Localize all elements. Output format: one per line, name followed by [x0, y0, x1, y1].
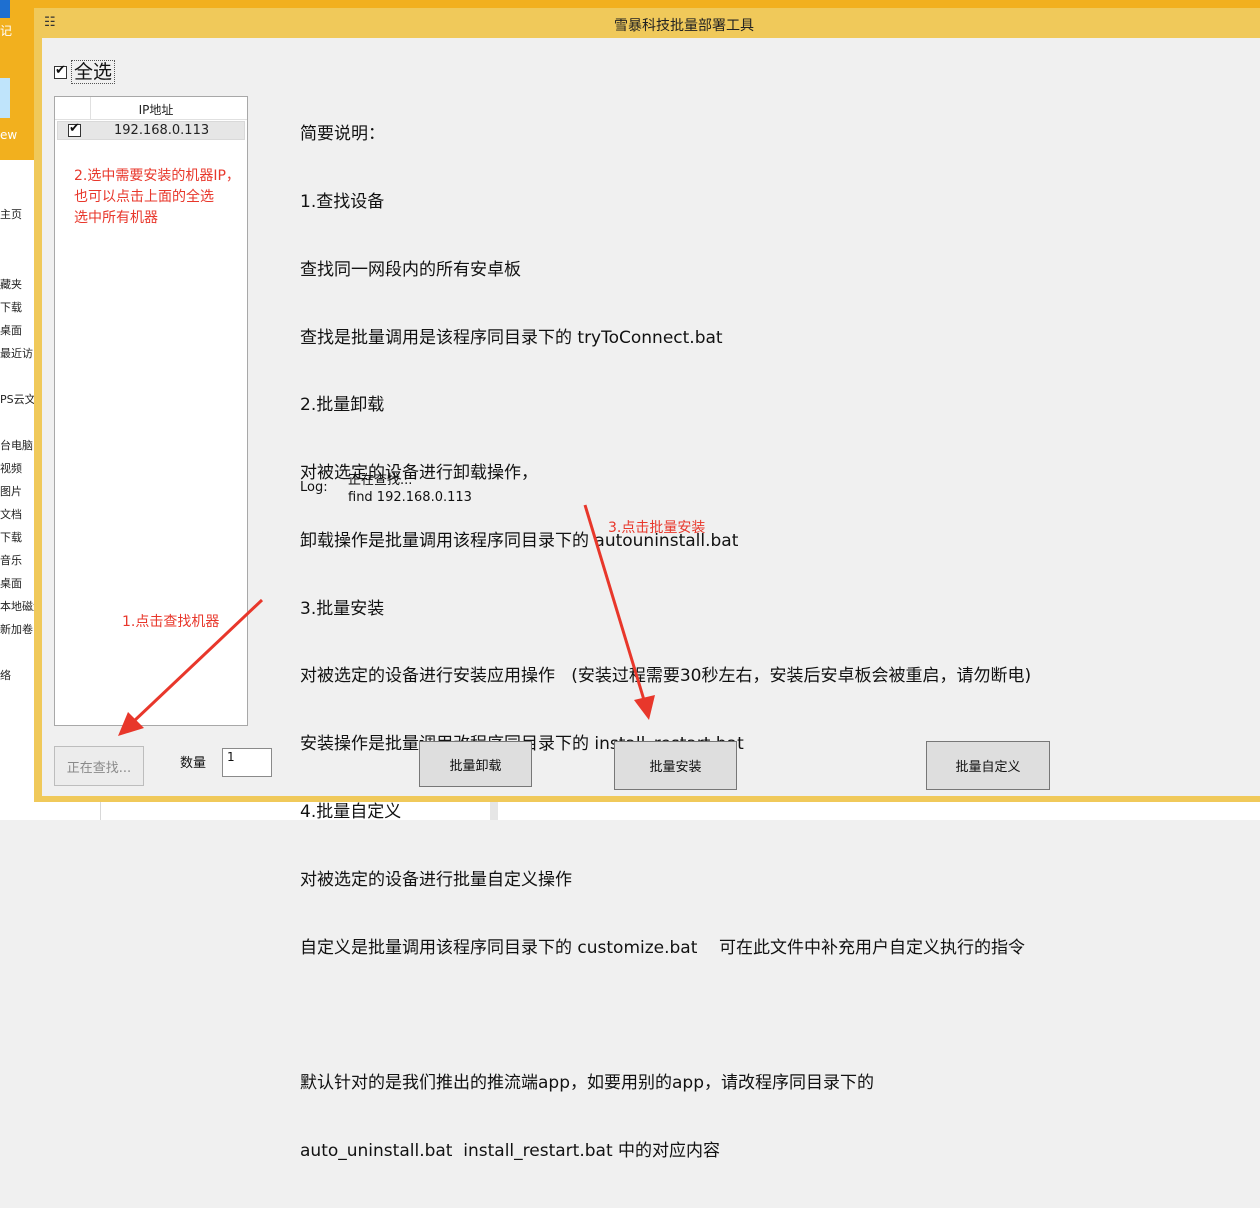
window-title: 雪暴科技批量部署工具 — [614, 18, 754, 34]
title-bar[interactable]: ☷ 雪暴科技批量部署工具 — [34, 8, 1260, 38]
instructions-line: 查找是批量调用是该程序同目录下的 tryToConnect.bat — [300, 327, 723, 348]
instructions-line: 简要说明： — [300, 124, 385, 145]
instructions-line: 查找同一网段内的所有安卓板 — [300, 259, 521, 280]
row-checkbox[interactable] — [68, 121, 81, 137]
instructions-line: 卸载操作是批量调用该程序同目录下的 autouninstall.bat — [300, 530, 739, 551]
divider — [100, 800, 101, 820]
batch-custom-button[interactable]: 批量自定义 — [926, 741, 1050, 790]
annotation-step2-line1: 2.选中需要安装的机器IP， — [74, 168, 240, 184]
instructions-line: 3.批量安装 — [300, 598, 385, 619]
instructions-line: 对被选定的设备进行安装应用操作 (安装过程需要30秒左右，安装后安卓板会被重启，… — [300, 666, 1032, 687]
ip-list-header: IP地址 — [55, 97, 247, 120]
select-all-checkbox[interactable]: 全选 — [54, 60, 116, 84]
app-window: ☷ 雪暴科技批量部署工具 全选 IP地址 192.168.0.113 2.选中需… — [34, 8, 1260, 1161]
find-devices-button[interactable]: 正在查找... — [54, 746, 144, 786]
ip-list-row[interactable]: 192.168.0.113 — [57, 121, 245, 140]
ip-address: 192.168.0.113 — [114, 123, 210, 138]
select-all-label[interactable]: 全选 — [71, 60, 116, 84]
desktop-label-1: 记 — [0, 24, 13, 38]
log-line: find 192.168.0.113 — [348, 490, 472, 505]
annotation-step2-line3: 选中所有机器 — [74, 210, 158, 226]
batch-install-button[interactable]: 批量安装 — [614, 741, 737, 790]
batch-uninstall-button[interactable]: 批量卸载 — [419, 741, 532, 787]
instructions-line: 对被选定的设备进行批量自定义操作 — [300, 869, 572, 890]
desktop-file-icon — [0, 78, 10, 118]
quantity-field[interactable]: 1 — [222, 748, 272, 777]
instructions-line: 4.批量自定义 — [300, 802, 402, 822]
desktop-app-icon — [0, 0, 10, 18]
instructions-line: 1.查找设备 — [300, 191, 385, 212]
ip-column-header[interactable]: IP地址 — [91, 101, 221, 118]
instructions-line: 默认针对的是我们推出的推流端app，如要用别的app，请改程序同目录下的 — [300, 1073, 874, 1094]
log-output: 正在查找... find 192.168.0.113 — [348, 472, 472, 506]
log-line: 正在查找... — [348, 473, 413, 488]
desktop-label-2: ew — [0, 128, 18, 142]
instructions-line: 自定义是批量调用该程序同目录下的 customize.bat 可在此文件中补充用… — [300, 937, 1026, 958]
instructions-text: 简要说明： 1.查找设备 查找同一网段内的所有安卓板 查找是批量调用是该程序同目… — [300, 78, 1031, 1208]
annotation-step2: 2.选中需要安装的机器IP， 也可以点击上面的全选 选中所有机器 — [74, 166, 240, 229]
checkbox-icon[interactable] — [54, 63, 67, 79]
log-label: Log: — [300, 480, 328, 495]
instructions-line: 2.批量卸载 — [300, 395, 385, 416]
instructions-line: auto_uninstall.bat install_restart.bat 中… — [300, 1140, 721, 1161]
annotation-step1: 1.点击查找机器 — [122, 614, 220, 630]
window-client-area: 全选 IP地址 192.168.0.113 2.选中需要安装的机器IP， 也可以… — [42, 38, 1260, 1161]
annotation-step2-line2: 也可以点击上面的全选 — [74, 189, 214, 205]
quantity-label: 数量 — [180, 756, 207, 771]
instructions-line — [300, 1004, 1031, 1027]
